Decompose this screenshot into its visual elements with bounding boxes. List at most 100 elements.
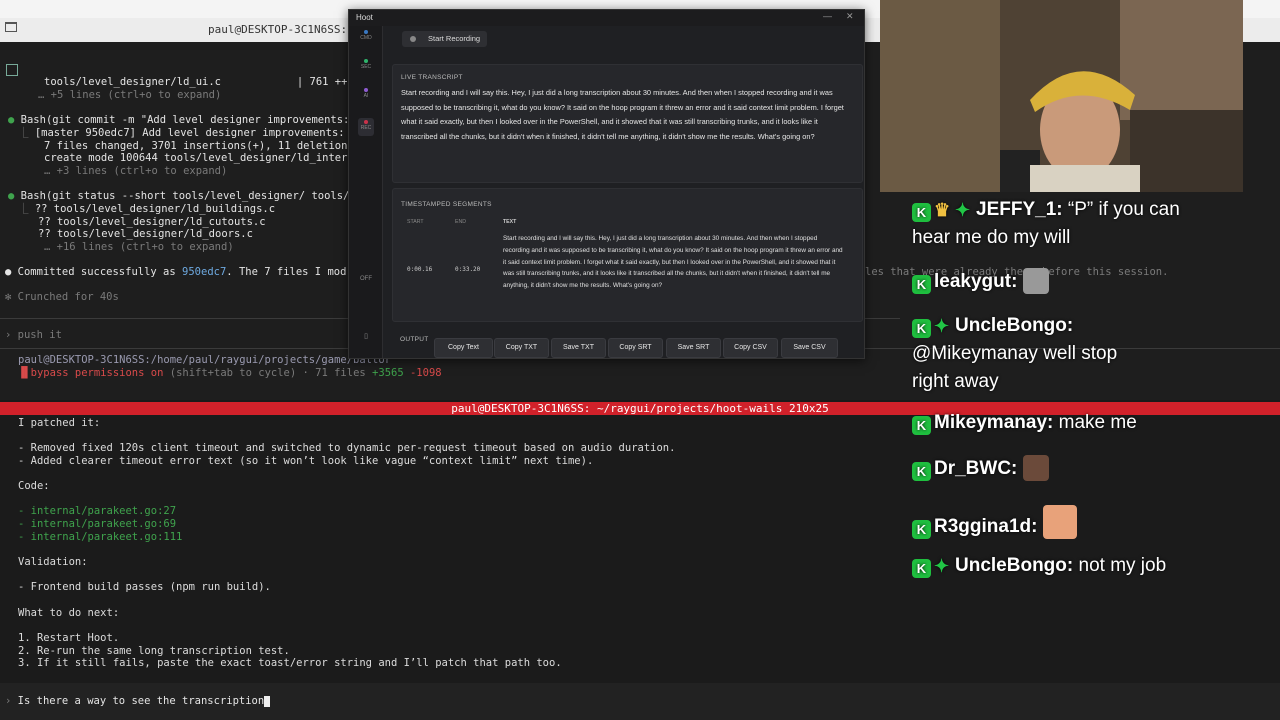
hoot-sidebar: CMD SEC AI REC OFF ▯ xyxy=(349,26,383,358)
col-end: END xyxy=(455,219,466,225)
cmd-dot-icon xyxy=(364,30,368,34)
start-recording-button[interactable]: Start Recording xyxy=(402,31,487,47)
bypass-line[interactable]: ▐▌bypass permissions on (shift+tab to cy… xyxy=(18,367,442,379)
copy-text-button[interactable]: Copy Text xyxy=(434,338,493,358)
text-cursor xyxy=(264,695,271,707)
rec-dot-icon xyxy=(364,120,368,124)
moderator-badge-icon: K xyxy=(912,520,931,539)
term-line: ● Bash(git status --short tools/level_de… xyxy=(8,190,350,202)
close-icon[interactable]: ✕ xyxy=(846,11,854,22)
prompt-line[interactable]: › push it xyxy=(5,329,62,341)
crunched-line: ✻ Crunched for 40s xyxy=(5,291,119,303)
star-badge-icon: ✦ xyxy=(955,200,971,220)
sidebar-item-ai[interactable]: AI xyxy=(358,88,374,99)
bypass-icon: ▐▌ xyxy=(18,367,31,379)
live-transcript-panel: LIVE TRANSCRIPT Start recording and I wi… xyxy=(392,64,863,183)
code-ref-link[interactable]: - internal/parakeet.go:69 xyxy=(18,518,176,530)
term-line: create mode 100644 tools/level_designer/… xyxy=(44,152,348,164)
save-txt-button[interactable]: Save TXT xyxy=(551,338,606,358)
record-dot-icon xyxy=(410,36,416,42)
path-line: paul@DESKTOP-3C1N6SS:/home/paul/raygui/p… xyxy=(18,354,391,366)
segment-start: 0:00.16 xyxy=(407,266,433,273)
copy-txt-button[interactable]: Copy TXT xyxy=(494,338,549,358)
term-line: ?? tools/level_designer/ld_doors.c xyxy=(38,228,253,240)
sec-dot-icon xyxy=(364,59,368,63)
term-line: 3. If it still fails, paste the exact to… xyxy=(18,657,562,669)
segments-title: TIMESTAMPED SEGMENTS xyxy=(401,201,492,208)
chat-message: Kleakygut: xyxy=(912,268,1212,296)
sidebar-item-off[interactable]: OFF xyxy=(358,276,374,282)
tab-icon[interactable] xyxy=(6,64,18,76)
term-line: Validation: xyxy=(18,556,88,568)
chat-message: K Mikeymanay: make me xyxy=(912,409,1212,437)
minimize-icon[interactable]: — xyxy=(823,11,832,21)
bullet-icon: ● xyxy=(8,114,21,126)
ai-dot-icon xyxy=(364,88,368,92)
moderator-badge-icon: K xyxy=(912,416,931,435)
copy-csv-button[interactable]: Copy CSV xyxy=(723,338,778,358)
prompt-input-area[interactable]: › Is there a way to see the transcriptio… xyxy=(0,683,1280,720)
segment-text: Start recording and I will say this. Hey… xyxy=(503,235,843,290)
moderator-badge-icon: K xyxy=(912,319,931,338)
webcam-overlay xyxy=(880,0,1243,192)
bullet-icon: ● xyxy=(8,190,21,202)
hoot-titlebar[interactable]: Hoot — ✕ xyxy=(349,10,864,26)
moderator-badge-icon: K xyxy=(912,203,931,222)
settings-icon[interactable]: ▯ xyxy=(358,332,374,340)
star-badge-icon: ✦ xyxy=(934,316,950,336)
term-line: ● Bash(git commit -m "Add level designer… xyxy=(8,114,350,126)
moderator-badge-icon: K xyxy=(912,462,931,481)
chat-message: K Dr_BWC: xyxy=(912,455,1212,483)
term-line: 7 files changed, 3701 insertions(+), 11 … xyxy=(44,140,348,152)
term-line: ?? tools/level_designer/ld_cutouts.c xyxy=(38,216,266,228)
chat-message: K ✦ UncleBongo: @Mikeymanay well stop righ… xyxy=(912,315,1118,392)
committed-line: ● Committed successfully as 950edc7. The… xyxy=(5,266,347,278)
live-transcript-title: LIVE TRANSCRIPT xyxy=(401,74,463,81)
moderator-badge-icon: K xyxy=(912,275,931,294)
emote-icon xyxy=(1022,455,1049,481)
chat-message: K R3ggina1d: xyxy=(912,505,1212,541)
save-srt-button[interactable]: Save SRT xyxy=(666,338,721,358)
code-ref-link[interactable]: - internal/parakeet.go:111 xyxy=(18,531,182,543)
term-line: - Removed fixed 120s client timeout and … xyxy=(18,442,676,454)
sidebar-item-sec[interactable]: SEC xyxy=(358,59,374,70)
live-transcript-text: Start recording and I will say this. Hey… xyxy=(401,88,844,141)
timestamped-segments-panel: TIMESTAMPED SEGMENTS START END TEXT 0:00… xyxy=(392,188,863,322)
emote-icon xyxy=(1042,505,1077,539)
term-line: 1. Restart Hoot. xyxy=(18,632,120,644)
save-csv-button[interactable]: Save CSV xyxy=(781,338,838,358)
term-line: … +5 lines (ctrl+o to expand) xyxy=(38,89,222,101)
term-line: What to do next: xyxy=(18,607,120,619)
output-label: OUTPUT xyxy=(400,336,429,343)
prompt-input[interactable]: › Is there a way to see the transcriptio… xyxy=(5,695,271,707)
term-line: Code: xyxy=(18,480,50,492)
window-icon[interactable] xyxy=(5,22,17,32)
col-text: TEXT xyxy=(503,219,517,225)
hoot-app-window: Hoot — ✕ CMD SEC AI REC OFF ▯ Start Reco… xyxy=(348,9,865,359)
emote-icon xyxy=(1022,268,1049,294)
term-line: 2. Re-run the same long transcription te… xyxy=(18,645,290,657)
segment-end: 0:33.20 xyxy=(455,266,481,273)
term-line: I patched it: xyxy=(18,417,101,429)
crown-icon: ♛ xyxy=(934,200,951,220)
chat-message: K ✦ UncleBongo: not my job xyxy=(912,552,1172,580)
sidebar-item-cmd[interactable]: CMD xyxy=(358,30,374,41)
webcam-image xyxy=(880,0,1243,192)
term-line: ⎿ ?? tools/level_designer/ld_buildings.c xyxy=(18,203,276,215)
sidebar-item-rec[interactable]: REC xyxy=(358,118,374,136)
copy-srt-button[interactable]: Copy SRT xyxy=(608,338,663,358)
star-badge-icon: ✦ xyxy=(934,556,950,576)
stream-chat: K ♛ ✦ JEFFY_1: “P” if you can hear me do my… xyxy=(900,192,1280,612)
code-ref-link[interactable]: - internal/parakeet.go:27 xyxy=(18,505,176,517)
term-line: - Added clearer timeout error text (so i… xyxy=(18,455,594,467)
term-line: ⎿ [master 950edc7] Add level designer im… xyxy=(18,127,345,139)
hoot-main: Start Recording LIVE TRANSCRIPT Start re… xyxy=(383,26,864,358)
chat-message: K ♛ ✦ JEFFY_1: “P” if you can hear me do my… xyxy=(912,199,1180,248)
col-start: START xyxy=(407,219,424,225)
hoot-title: Hoot xyxy=(356,13,373,22)
term-line: tools/level_designer/ld_ui.c | 761 ++ xyxy=(44,76,348,88)
term-line: … +16 lines (ctrl+o to expand) xyxy=(44,241,234,253)
moderator-badge-icon: K xyxy=(912,559,931,578)
term-line: … +3 lines (ctrl+o to expand) xyxy=(44,165,228,177)
term-line: - Frontend build passes (npm run build). xyxy=(18,581,271,593)
